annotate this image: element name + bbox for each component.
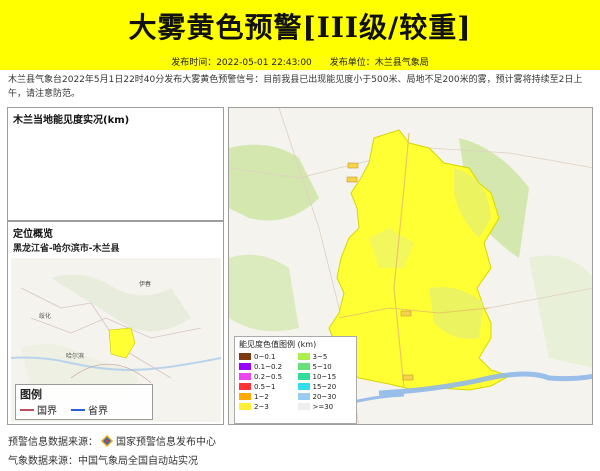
visibility-range-label: 2~3 [254, 402, 269, 411]
visibility-legend-item: 0~0.1 [239, 352, 294, 361]
weather-source-line: 气象数据来源：中国气象局全国自动站实况 [8, 452, 198, 467]
visibility-color-swatch [297, 353, 310, 360]
visibility-legend: 能见度色值图例 (km) 0~0.1 3~5 0.1~0.2 5~10 0.2~0.5 1… [234, 336, 357, 424]
visibility-legend-item: 15~20 [297, 382, 353, 391]
county-map[interactable]: 能见度色值图例 (km) 0~0.1 3~5 0.1~0.2 5~10 0.2~0.5 1… [228, 107, 593, 425]
visibility-legend-item: 10~15 [297, 372, 353, 381]
visibility-color-swatch [297, 393, 310, 400]
warning-banner: 大雾黄色预警[III级/较重] [0, 0, 600, 52]
visibility-legend-item: 2~3 [239, 402, 294, 411]
warning-source-name[interactable]: 国家预警信息发布中心 [116, 433, 216, 448]
legend-item-national-border: 国界 [20, 402, 57, 417]
overview-map[interactable]: 伊春 绥化 哈尔滨 图例 国界 省界 [11, 258, 221, 422]
warning-title: 大雾黄色预警[III级/较重] [128, 11, 472, 44]
visibility-range-label: 0~0.1 [254, 352, 276, 361]
visibility-legend-grid: 0~0.1 3~5 0.1~0.2 5~10 0.2~0.5 10~15 0.5~1 15~2… [239, 352, 352, 411]
visibility-color-swatch [239, 383, 251, 390]
visibility-color-swatch [239, 373, 251, 380]
location-panel: 定位概览 黑龙江省-哈尔滨市-木兰县 伊春 绥化 哈尔滨 图例 国界 省界 [7, 221, 224, 425]
visibility-legend-item: 0.5~1 [239, 382, 294, 391]
visibility-color-swatch [239, 353, 251, 360]
visibility-color-swatch [297, 403, 310, 410]
visibility-range-label: 0.5~1 [254, 382, 276, 391]
warning-description: 木兰县气象台2022年5月1日22时40分发布大雾黄色预警信号：目前我县已出现能… [8, 75, 583, 99]
map-label-yichun: 伊春 [139, 280, 151, 288]
visibility-color-swatch [297, 363, 310, 370]
visibility-color-swatch [239, 393, 251, 400]
visibility-color-swatch [239, 403, 251, 410]
visibility-color-swatch [239, 363, 251, 370]
location-panel-title: 定位概览 [13, 229, 53, 240]
warning-source-label: 预警信息数据来源： [8, 437, 98, 448]
warning-center-logo-icon [101, 434, 113, 447]
visibility-panel-title: 木兰当地能见度实况(km) [13, 115, 130, 126]
weather-source-label: 气象数据来源：中国气象局全国自动站实况 [8, 456, 198, 467]
visibility-range-label: 20~30 [312, 392, 337, 401]
publish-time: 发布时间：2022-05-01 22:43:00 [171, 57, 312, 68]
visibility-legend-item: >=30 [297, 402, 353, 411]
warning-source-line: 预警信息数据来源： 国家预警信息发布中心 [8, 433, 216, 448]
visibility-color-swatch [297, 373, 310, 380]
visibility-color-swatch [297, 383, 310, 390]
visibility-legend-item: 0.2~0.5 [239, 372, 294, 381]
meta-bar: 发布时间：2022-05-01 22:43:00 发布单位：木兰县气象局 [0, 52, 600, 70]
visibility-range-label: 0.1~0.2 [254, 362, 283, 371]
visibility-legend-item: 1~2 [239, 392, 294, 401]
visibility-panel: 木兰当地能见度实况(km) [7, 107, 224, 221]
visibility-legend-item: 5~10 [297, 362, 353, 371]
visibility-range-label: 15~20 [312, 382, 337, 391]
map-label-harbin: 哈尔滨 [66, 352, 84, 360]
visibility-range-label: 5~10 [312, 362, 332, 371]
visibility-legend-title: 能见度色值图例 (km) [239, 340, 317, 349]
visibility-range-label: 3~5 [312, 352, 328, 361]
visibility-legend-item: 20~30 [297, 392, 353, 401]
visibility-legend-item: 3~5 [297, 352, 353, 361]
location-path: 黑龙江省-哈尔滨市-木兰县 [13, 244, 120, 254]
map-label-suihua: 绥化 [39, 312, 51, 320]
visibility-range-label: >=30 [312, 402, 334, 411]
overview-legend-title: 图例 [20, 388, 42, 401]
visibility-range-label: 10~15 [312, 372, 337, 381]
overview-map-legend: 图例 国界 省界 [15, 384, 153, 420]
legend-item-provincial-border: 省界 [71, 402, 108, 417]
publisher: 发布单位：木兰县气象局 [329, 57, 429, 68]
visibility-range-label: 0.2~0.5 [254, 372, 283, 381]
national-border-line-icon [20, 408, 34, 411]
visibility-legend-item: 0.1~0.2 [239, 362, 294, 371]
provincial-border-line-icon [71, 408, 85, 411]
visibility-range-label: 1~2 [254, 392, 269, 401]
